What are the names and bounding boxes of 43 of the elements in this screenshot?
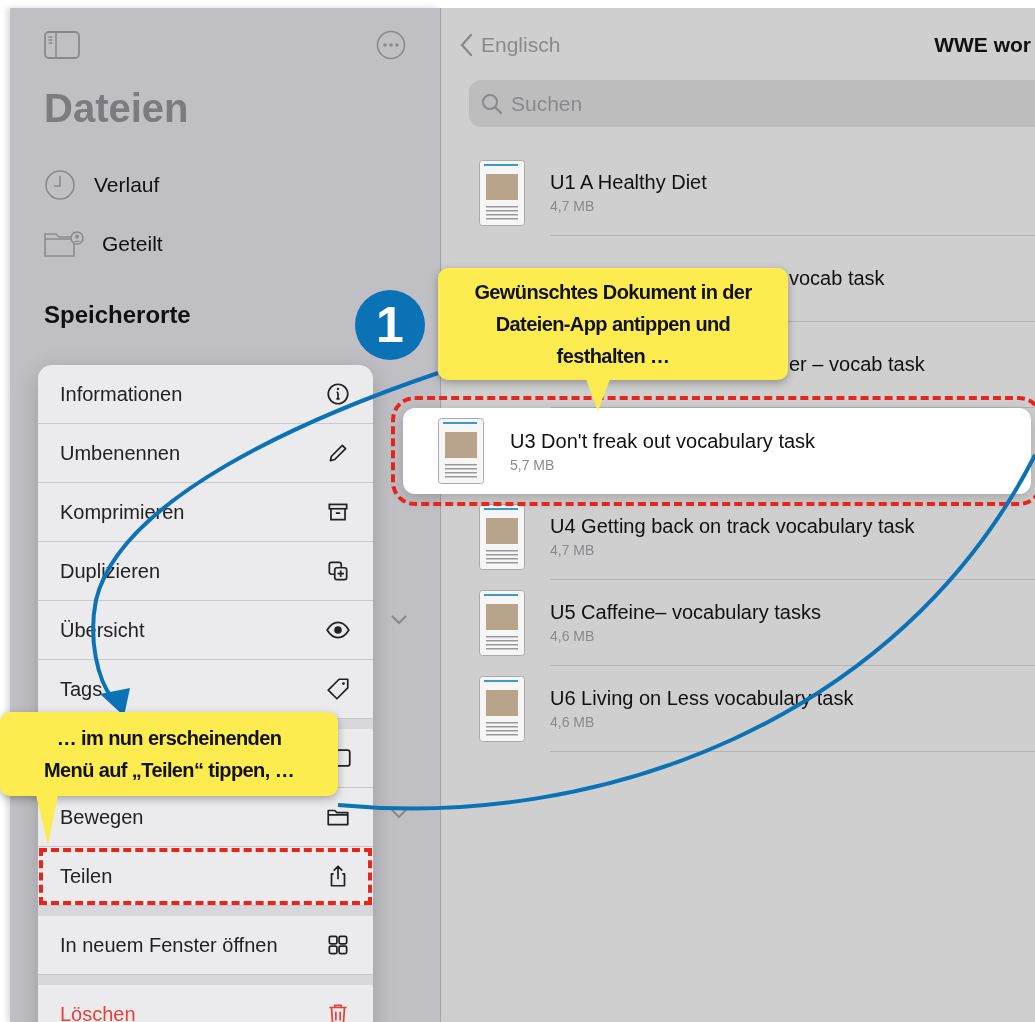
- clock-icon: [44, 168, 76, 201]
- menu-item[interactable]: Informationen: [38, 365, 373, 424]
- sidebar-item[interactable]: Geteilt: [102, 231, 163, 256]
- document-thumbnail: [479, 160, 525, 226]
- file-name: vocab task: [789, 267, 885, 290]
- info-icon: [325, 381, 351, 407]
- file-row[interactable]: U4 Getting back on track vocabulary task 4,7 MB: [479, 494, 1035, 580]
- file-name: U5 Caffeine– vocabulary tasks: [550, 601, 822, 624]
- file-size: 5,7 MB: [510, 456, 556, 473]
- chevron-left-icon: [459, 33, 473, 57]
- more-icon[interactable]: [376, 30, 406, 60]
- file-size: 4,6 MB: [550, 628, 596, 644]
- search-icon: [481, 92, 503, 115]
- callout-pointer: [586, 379, 610, 411]
- file-row[interactable]: U1 A Healthy Diet 4,7 MB: [479, 150, 1035, 236]
- file-size: 4,7 MB: [550, 542, 596, 558]
- sidebar-item[interactable]: Verlauf: [94, 172, 160, 197]
- menu-item[interactable]: Umbenennen: [38, 424, 373, 483]
- chevron-down-icon[interactable]: [390, 808, 408, 820]
- file-size: 4,6 MB: [550, 714, 596, 730]
- document-thumbnail: [479, 590, 525, 656]
- grid-icon: [325, 932, 351, 958]
- callout-tooltip: … im nun erscheinenden Menü auf „Teilen“ tippen, …: [0, 712, 338, 796]
- tag-icon: [325, 676, 351, 702]
- document-thumbnail: [479, 504, 525, 570]
- file-name: U4 Getting back on track vocabulary task: [550, 515, 916, 538]
- shared-folder-icon: [44, 229, 84, 258]
- file-row[interactable]: U5 Caffeine– vocabulary tasks 4,6 MB: [479, 580, 1035, 666]
- file-name: U3 Don't freak out vocabulary task: [510, 429, 817, 453]
- chevron-down-icon[interactable]: [390, 614, 408, 626]
- sidebar-toggle-icon[interactable]: [44, 31, 80, 59]
- duplicate-icon: [325, 558, 351, 584]
- menu-item[interactable]: Teilen: [38, 847, 373, 906]
- section-heading: Speicherorte: [44, 301, 191, 329]
- document-thumbnail: [479, 676, 525, 742]
- callout-pointer: [36, 795, 58, 845]
- file-size: 4,7 MB: [550, 198, 596, 214]
- file-name: er – vocab task: [789, 353, 925, 376]
- callout-tooltip: Gewünschtes Dokument in der Dateien-App antippen und festhalten …: [438, 268, 788, 380]
- folder-title: WWE wor: [934, 33, 1032, 57]
- sidebar-title: Dateien: [44, 86, 190, 131]
- file-name: U1 A Healthy Diet: [550, 171, 708, 194]
- document-thumbnail: [438, 418, 484, 484]
